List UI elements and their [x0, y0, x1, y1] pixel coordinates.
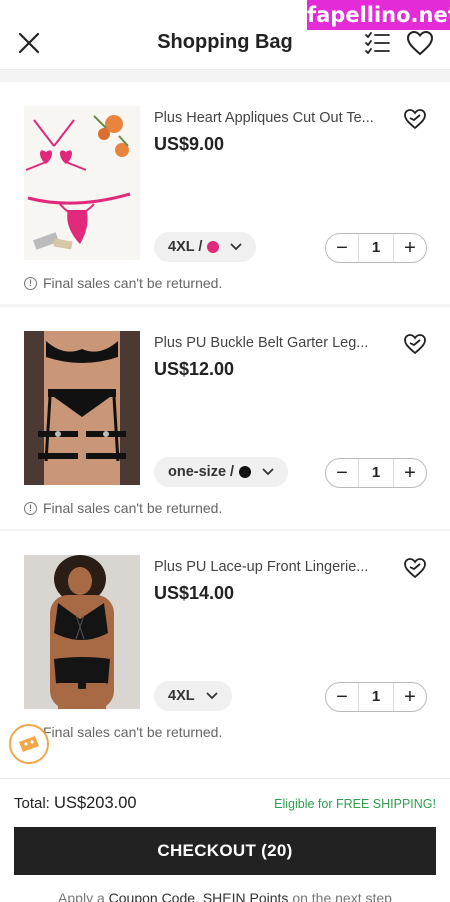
color-swatch [239, 466, 252, 478]
note-text: Final sales can't be returned. [43, 500, 223, 516]
product-name[interactable]: Plus PU Buckle Belt Garter Leg... [154, 335, 390, 351]
checkout-hint: Apply a Coupon Code, SHEIN Points on the… [0, 890, 450, 902]
product-price: US$14.00 [154, 583, 235, 603]
product-price: US$12.00 [154, 359, 235, 379]
product-image[interactable] [24, 555, 140, 709]
free-shipping-note: Eligible for FREE SHIPPING! [274, 797, 436, 811]
product-image[interactable] [24, 106, 140, 260]
move-to-wishlist-icon[interactable] [403, 108, 427, 130]
variant-label: 4XL [168, 688, 195, 704]
info-icon: ! [24, 276, 37, 290]
info-icon: ! [24, 501, 37, 515]
variant-selector[interactable]: 4XL [154, 681, 232, 711]
note-text: Final sales can't be returned. [43, 275, 223, 291]
product-name[interactable]: Plus PU Lace-up Front Lingerie... [154, 559, 390, 575]
color-swatch [207, 241, 220, 253]
quantity-value: 1 [358, 234, 394, 262]
hint-suffix: on the next step [292, 890, 392, 902]
checklist-icon[interactable] [364, 31, 390, 55]
cart-item[interactable]: Plus PU Buckle Belt Garter Leg... US$12.… [0, 307, 450, 529]
quantity-value: 1 [358, 683, 394, 711]
variant-label: 4XL / [168, 239, 203, 255]
shein-points-link[interactable]: SHEIN Points [203, 890, 289, 902]
chevron-down-icon [262, 468, 274, 476]
heart-icon[interactable] [406, 30, 434, 56]
chevron-down-icon [205, 692, 218, 700]
note-text: Final sales can't be returned. [43, 724, 223, 740]
final-sale-note: ! Final sales can't be returned. [24, 275, 222, 291]
decrease-quantity-button[interactable]: − [326, 459, 358, 487]
variant-label: one-size / [168, 464, 235, 480]
cart-item[interactable]: Plus PU Lace-up Front Lingerie... US$14.… [0, 531, 450, 753]
total-label: Total: [14, 795, 50, 812]
total-value: US$203.00 [54, 794, 137, 812]
decrease-quantity-button[interactable]: − [326, 683, 358, 711]
coupon-icon [19, 736, 39, 752]
coupon-float-button[interactable] [9, 724, 49, 764]
move-to-wishlist-icon[interactable] [403, 557, 427, 579]
variant-selector[interactable]: one-size / [154, 457, 289, 487]
product-price: US$9.00 [154, 134, 225, 154]
increase-quantity-button[interactable]: + [394, 683, 426, 711]
product-name[interactable]: Plus Heart Appliques Cut Out Te... [154, 110, 390, 126]
order-total: Total: US$203.00 [14, 794, 137, 813]
checkout-bar: Total: US$203.00 Eligible for FREE SHIPP… [0, 778, 450, 902]
cart-item[interactable]: Plus Heart Appliques Cut Out Te... US$9.… [0, 82, 450, 304]
watermark: fapellino.net [307, 0, 450, 30]
quantity-value: 1 [358, 459, 394, 487]
variant-selector[interactable]: 4XL / [154, 232, 257, 262]
move-to-wishlist-icon[interactable] [403, 333, 427, 355]
hint-separator: , [195, 890, 199, 902]
shopping-bag-screen: fapellino.net Shopping Bag Plus Heart Ap… [0, 0, 450, 902]
decrease-quantity-button[interactable]: − [326, 234, 358, 262]
increase-quantity-button[interactable]: + [394, 459, 426, 487]
checkout-button[interactable]: CHECKOUT (20) [14, 827, 436, 875]
product-image[interactable] [24, 331, 140, 485]
increase-quantity-button[interactable]: + [394, 234, 426, 262]
quantity-stepper[interactable]: − 1 + [325, 233, 427, 263]
chevron-down-icon [230, 243, 243, 251]
final-sale-note: ! Final sales can't be returned. [24, 500, 222, 516]
final-sale-note: ! Final sales can't be returned. [24, 724, 222, 740]
quantity-stepper[interactable]: − 1 + [325, 458, 427, 488]
coupon-code-link[interactable]: Coupon Code [109, 890, 195, 902]
hint-prefix: Apply a [58, 890, 105, 902]
quantity-stepper[interactable]: − 1 + [325, 682, 427, 712]
